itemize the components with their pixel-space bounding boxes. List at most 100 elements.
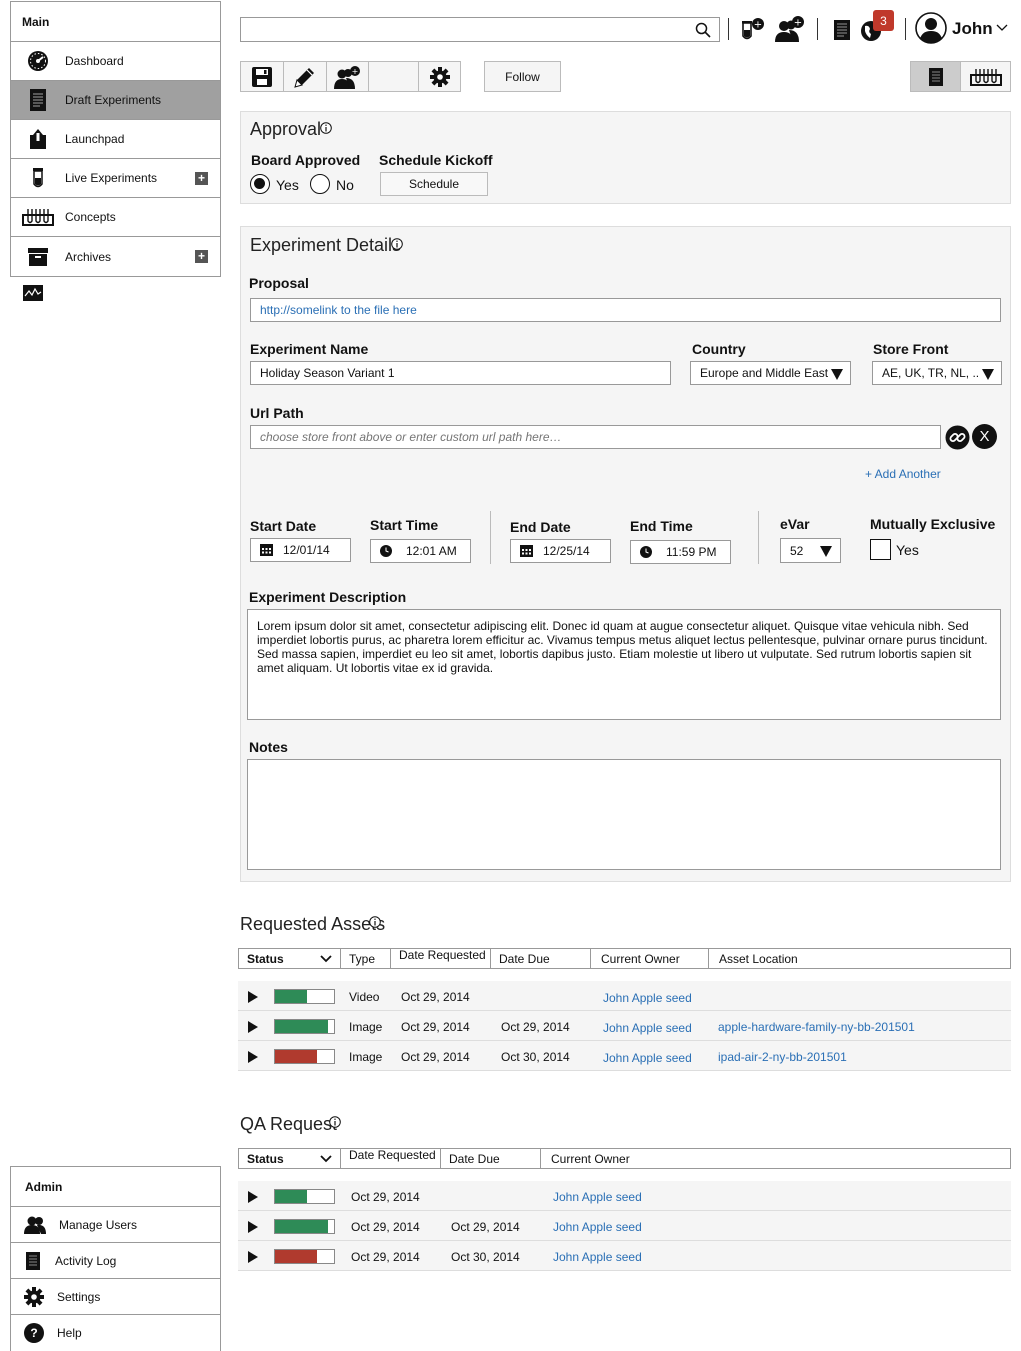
sidebar-item-archives[interactable]: Archives + [11, 237, 220, 276]
edit-button[interactable] [284, 62, 327, 91]
add-user-icon: + [333, 65, 362, 89]
settings-button[interactable] [419, 62, 460, 91]
start-date-field[interactable]: 12/01/14 [250, 538, 351, 562]
chevron-down-icon[interactable] [320, 1155, 332, 1163]
country-select[interactable]: Europe and Middle East [690, 361, 851, 385]
divider [817, 18, 818, 40]
sidebar-item-activity-log[interactable]: Activity Log [11, 1243, 220, 1279]
owner-link[interactable]: John Apple seed [553, 1190, 642, 1204]
status-progress-fill [275, 1020, 329, 1033]
expand-row-icon[interactable] [248, 1021, 258, 1033]
info-icon[interactable] [369, 916, 381, 928]
sidebar-item-launchpad[interactable]: Launchpad [11, 120, 220, 159]
sidebar-item-label: Settings [57, 1289, 101, 1304]
owner-link[interactable]: John Apple seed [553, 1250, 642, 1264]
user-name[interactable]: John [952, 19, 993, 39]
notification-badge[interactable]: 3 [873, 10, 894, 31]
date-due-column-header[interactable]: Date Due [491, 949, 591, 968]
table-row[interactable]: Video Oct 29, 2014 John Apple seed [238, 981, 1011, 1011]
assign-users-button[interactable]: + [327, 62, 370, 91]
current-owner-column-header[interactable]: Current Owner [541, 1149, 1010, 1168]
sidebar-item-draft-experiments[interactable]: Draft Experiments [11, 81, 220, 120]
expand-row-icon[interactable] [248, 1251, 258, 1263]
sidebar-item-label: Activity Log [55, 1253, 117, 1268]
owner-link[interactable]: John Apple seed [603, 1051, 692, 1065]
sidebar-item-dashboard[interactable]: Dashboard [11, 42, 220, 81]
clear-url-button[interactable]: X [972, 424, 997, 449]
expand-row-icon[interactable] [248, 1191, 258, 1203]
search-input[interactable] [240, 17, 720, 42]
date-requested-column-header[interactable]: Date Requested [391, 949, 491, 968]
evar-select[interactable]: 52 [780, 538, 841, 563]
link-icon[interactable] [945, 425, 970, 450]
proposal-link[interactable]: http://somelink to the file here [260, 303, 417, 317]
start-time-field[interactable]: 12:01 AM [370, 539, 471, 563]
end-date-field[interactable]: 12/25/14 [510, 539, 611, 563]
pencil-icon [293, 66, 316, 88]
owner-link[interactable]: John Apple seed [603, 1021, 692, 1035]
date-requested-column-header[interactable]: Date Requested [341, 1149, 441, 1168]
owner-link[interactable]: John Apple seed [603, 991, 692, 1005]
sidebar-item-manage-users[interactable]: Manage Users [11, 1207, 220, 1243]
asset-location-link[interactable]: apple-hardware-family-ny-bb-201501 [718, 1020, 915, 1034]
expand-live-experiments-button[interactable]: + [195, 171, 208, 185]
schedule-button[interactable]: Schedule [380, 172, 488, 196]
board-approved-yes-radio[interactable] [250, 174, 270, 194]
asset-location-link[interactable]: ipad-air-2-ny-bb-201501 [718, 1050, 847, 1064]
end-time-field[interactable]: 11:59 PM [630, 540, 731, 564]
type-column-header[interactable]: Type [341, 949, 391, 968]
add-another-link[interactable]: + Add Another [865, 467, 941, 481]
chevron-down-icon[interactable] [996, 24, 1008, 32]
sidebar-item-live-experiments[interactable]: Live Experiments + [11, 159, 220, 198]
notes-field[interactable] [247, 759, 1001, 870]
add-user-icon[interactable]: + [774, 15, 806, 42]
info-icon[interactable] [329, 1116, 341, 1128]
mutually-exclusive-checkbox[interactable] [870, 539, 891, 560]
experiment-name-label: Experiment Name [250, 341, 369, 357]
table-row[interactable]: Oct 29, 2014 Oct 30, 2014 John Apple seed [238, 1241, 1011, 1271]
current-owner-column-header[interactable]: Current Owner [591, 949, 709, 968]
table-row[interactable]: Image Oct 29, 2014 Oct 29, 2014 John Apple … [238, 1011, 1011, 1041]
evar-value: 52 [790, 543, 804, 558]
activity-chart-icon[interactable] [23, 285, 43, 301]
sidebar-item-label: Manage Users [59, 1217, 138, 1232]
experiment-description-field[interactable]: Lorem ipsum dolor sit amet, consectetur … [247, 609, 1001, 720]
url-path-input[interactable] [250, 425, 941, 449]
date-due-cell: Oct 29, 2014 [451, 1220, 520, 1234]
date-due-cell: Oct 29, 2014 [501, 1020, 570, 1034]
expand-row-icon[interactable] [248, 1221, 258, 1233]
experiment-name-field[interactable]: Holiday Season Variant 1 [250, 361, 671, 385]
expand-row-icon[interactable] [248, 1051, 258, 1063]
sidebar-item-settings[interactable]: Settings [11, 1279, 220, 1315]
svg-text:+: + [794, 18, 802, 29]
toolbar-blank-button[interactable] [369, 62, 420, 91]
search-icon[interactable] [695, 22, 711, 38]
document-view-button[interactable] [911, 62, 961, 91]
status-column-header[interactable]: Status [239, 1149, 341, 1168]
document-list-icon[interactable] [834, 20, 850, 40]
follow-button[interactable]: Follow [484, 61, 561, 92]
chevron-down-icon[interactable] [320, 955, 332, 963]
owner-link[interactable]: John Apple seed [553, 1220, 642, 1234]
proposal-field[interactable]: http://somelink to the file here [250, 298, 1001, 322]
expand-archives-button[interactable]: + [195, 250, 208, 263]
admin-nav-header: Admin [11, 1167, 220, 1207]
save-button[interactable] [241, 62, 284, 91]
concepts-view-button[interactable] [961, 62, 1010, 91]
asset-location-column-header[interactable]: Asset Location [709, 949, 1010, 968]
expand-row-icon[interactable] [248, 991, 258, 1003]
user-avatar[interactable] [915, 12, 947, 44]
info-icon[interactable] [320, 122, 332, 134]
table-row[interactable]: Oct 29, 2014 John Apple seed [238, 1181, 1011, 1211]
country-value: Europe and Middle East [700, 366, 829, 380]
board-approved-no-radio[interactable] [310, 174, 330, 194]
date-due-column-header[interactable]: Date Due [441, 1149, 541, 1168]
add-experiment-icon[interactable]: + [740, 17, 766, 41]
info-icon[interactable] [391, 238, 403, 250]
sidebar-item-help[interactable]: ? Help [11, 1315, 220, 1351]
status-column-header[interactable]: Status [239, 949, 341, 968]
table-row[interactable]: Image Oct 29, 2014 Oct 30, 2014 John Apple … [238, 1041, 1011, 1071]
sidebar-item-concepts[interactable]: Concepts [11, 198, 220, 237]
table-row[interactable]: Oct 29, 2014 Oct 29, 2014 John Apple seed [238, 1211, 1011, 1241]
store-front-select[interactable]: AE, UK, TR, NL, ... [872, 361, 1002, 385]
